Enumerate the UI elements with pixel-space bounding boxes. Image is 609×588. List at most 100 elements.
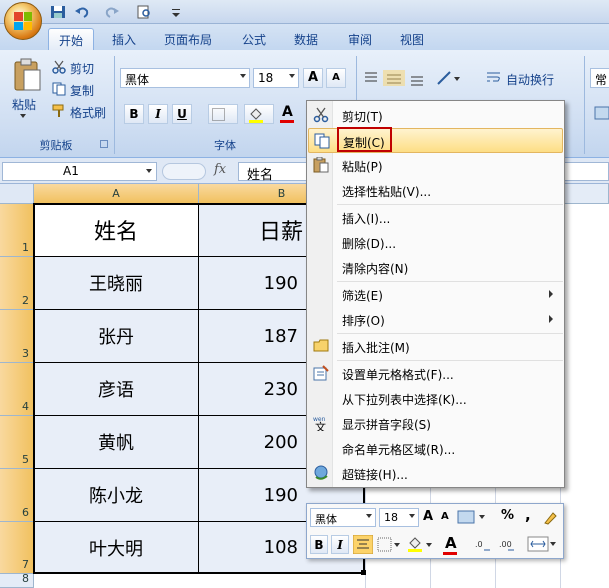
- mini-comma-button[interactable]: ,: [525, 506, 531, 524]
- tab-page-layout[interactable]: 页面布局: [154, 28, 222, 50]
- row-header-1[interactable]: 1: [0, 204, 34, 257]
- font-size-value: 18: [258, 71, 274, 85]
- menu-item-insert[interactable]: 插入(I)...: [308, 205, 563, 230]
- column-header-a[interactable]: A: [34, 184, 199, 204]
- save-icon[interactable]: [50, 5, 66, 19]
- wrap-text-button[interactable]: 自动换行: [506, 71, 554, 88]
- paste-icon: [313, 157, 329, 173]
- shrink-font-button[interactable]: A: [326, 68, 346, 88]
- menu-item-delete[interactable]: 删除(D)...: [308, 230, 563, 255]
- mini-font-color-swatch: [443, 552, 457, 555]
- name-box[interactable]: A1: [2, 162, 157, 181]
- copy-button[interactable]: 复制: [70, 82, 94, 99]
- font-color-button[interactable]: A: [278, 104, 306, 124]
- mini-font-name-combo[interactable]: 黑体: [310, 508, 376, 527]
- fill-handle[interactable]: [361, 570, 366, 575]
- mini-number-format-icon[interactable]: [457, 509, 487, 525]
- cell-name[interactable]: 彦语: [34, 363, 199, 416]
- mini-shrink-font-icon[interactable]: A: [441, 511, 449, 522]
- row-header-6[interactable]: 6: [0, 469, 34, 522]
- font-name-combo[interactable]: 黑体: [120, 68, 250, 88]
- print-preview-icon[interactable]: [136, 5, 152, 19]
- tab-data[interactable]: 数据: [284, 28, 328, 50]
- cell-a1[interactable]: 姓名: [34, 204, 199, 257]
- mini-percent-button[interactable]: %: [501, 508, 514, 523]
- row-header-4[interactable]: 4: [0, 363, 34, 416]
- borders-button[interactable]: [208, 104, 238, 124]
- tab-view[interactable]: 视图: [390, 28, 434, 50]
- menu-item-phonetic[interactable]: wen 文 显示拼音字段(S): [308, 411, 563, 436]
- mini-bold-button[interactable]: B: [310, 535, 328, 554]
- name-box-dropdown-icon[interactable]: [146, 169, 152, 173]
- redo-icon[interactable]: [104, 5, 120, 19]
- wrap-text-icon: [487, 72, 500, 82]
- insert-function-button[interactable]: fx: [214, 162, 226, 177]
- menu-item-define-name[interactable]: 命名单元格区域(R)...: [308, 436, 563, 461]
- menu-item-format-cells[interactable]: 设置单元格格式(F)...: [308, 361, 563, 386]
- currency-format-icon[interactable]: [594, 104, 609, 122]
- mini-borders-icon[interactable]: [377, 537, 401, 552]
- underline-button[interactable]: U: [172, 104, 192, 124]
- paste-icon[interactable]: [12, 58, 44, 92]
- mini-merge-center-icon[interactable]: [527, 536, 557, 552]
- row-header-8[interactable]: 8: [0, 572, 34, 588]
- row-header-2[interactable]: 2: [0, 257, 34, 310]
- fill-color-button[interactable]: [244, 104, 274, 124]
- menu-item-paste[interactable]: 粘贴(P): [308, 153, 563, 178]
- cell-name[interactable]: 叶大明: [34, 522, 199, 574]
- menu-item-paste-special[interactable]: 选择性粘贴(V)...: [308, 178, 563, 203]
- tab-review[interactable]: 审阅: [338, 28, 382, 50]
- tab-formulas[interactable]: 公式: [232, 28, 276, 50]
- context-menu: 剪切(T) 复制(C) 粘贴(P) 选择性粘贴(V)... 插入(I)... 删…: [306, 100, 565, 488]
- menu-item-sort[interactable]: 排序(O): [308, 307, 563, 332]
- font-group-label: 字体: [214, 139, 236, 152]
- menu-item-clear-contents[interactable]: 清除内容(N): [308, 255, 563, 280]
- italic-button[interactable]: I: [148, 104, 168, 124]
- mini-decrease-decimal-icon[interactable]: .00: [499, 536, 515, 552]
- cell-name[interactable]: 黄帆: [34, 416, 199, 469]
- qat-customize-icon[interactable]: [168, 5, 184, 19]
- mini-italic-button[interactable]: I: [331, 535, 349, 554]
- align-buttons-icon[interactable]: [362, 70, 432, 86]
- menu-item-insert-comment[interactable]: 插入批注(M): [308, 334, 563, 359]
- format-painter-button[interactable]: 格式刷: [70, 104, 106, 121]
- name-box-value: A1: [63, 164, 79, 178]
- tab-home[interactable]: 开始: [48, 28, 95, 50]
- mini-increase-decimal-icon[interactable]: .0: [475, 536, 491, 552]
- menu-item-pick-from-list[interactable]: 从下拉列表中选择(K)...: [308, 386, 563, 411]
- grow-font-button[interactable]: A: [303, 68, 323, 88]
- orientation-icon[interactable]: [436, 70, 462, 86]
- formula-bar-resize-handle[interactable]: [162, 163, 206, 180]
- paste-dropdown-icon[interactable]: [20, 114, 26, 118]
- cell-name[interactable]: 张丹: [34, 310, 199, 363]
- undo-icon[interactable]: [74, 5, 90, 19]
- row-header-5[interactable]: 5: [0, 416, 34, 469]
- office-button[interactable]: [4, 2, 42, 40]
- mini-font-color-button[interactable]: A: [445, 534, 457, 552]
- mini-grow-font-icon[interactable]: A: [423, 509, 433, 524]
- row-header-7[interactable]: 7: [0, 522, 34, 574]
- cell-name[interactable]: 王晓丽: [34, 257, 199, 310]
- cut-button[interactable]: 剪切: [70, 60, 94, 77]
- font-size-combo[interactable]: 18: [253, 68, 299, 88]
- mini-font-name-value: 黑体: [315, 513, 337, 526]
- menu-item-filter[interactable]: 筛选(E): [308, 282, 563, 307]
- cell-name[interactable]: 陈小龙: [34, 469, 199, 522]
- office-logo-icon: [14, 12, 32, 30]
- number-format-combo[interactable]: 常规: [590, 68, 609, 88]
- mini-font-size-combo[interactable]: 18: [379, 508, 419, 527]
- paste-button[interactable]: 粘贴: [12, 96, 36, 113]
- menu-item-cut[interactable]: 剪切(T): [308, 103, 563, 128]
- clipboard-launcher-icon[interactable]: [100, 140, 108, 148]
- tab-insert[interactable]: 插入: [102, 28, 146, 50]
- row-header-3[interactable]: 3: [0, 310, 34, 363]
- mini-format-painter-icon[interactable]: [543, 509, 559, 525]
- bold-button[interactable]: B: [124, 104, 144, 124]
- menu-item-label: 删除(D)...: [342, 237, 397, 251]
- mini-fill-color-icon[interactable]: [407, 536, 435, 553]
- menu-item-hyperlink[interactable]: 超链接(H)...: [308, 461, 563, 486]
- select-all-corner[interactable]: [0, 184, 34, 204]
- menu-item-label: 从下拉列表中选择(K)...: [342, 393, 467, 407]
- copy-icon: [314, 133, 330, 149]
- mini-center-align-icon[interactable]: [353, 535, 373, 554]
